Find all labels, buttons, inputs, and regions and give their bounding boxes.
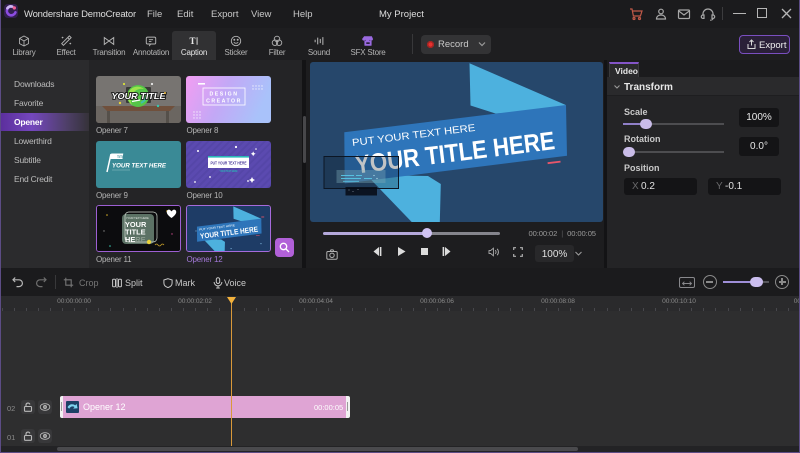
svg-text:TITLE: TITLE	[117, 154, 127, 158]
svg-text:T: T	[190, 36, 196, 46]
svg-text:DESIGN: DESIGN	[210, 92, 239, 98]
svg-text:YOUR TEXT HERE: YOUR TEXT HERE	[112, 162, 167, 169]
svg-text:CREATOR: CREATOR	[206, 99, 242, 105]
svg-text:HERE: HERE	[125, 235, 146, 244]
svg-text:PUT YOUR TEXT HERE: PUT YOUR TEXT HERE	[211, 160, 247, 165]
svg-text:YOUR TEXT HERE: YOUR TEXT HERE	[220, 169, 238, 173]
